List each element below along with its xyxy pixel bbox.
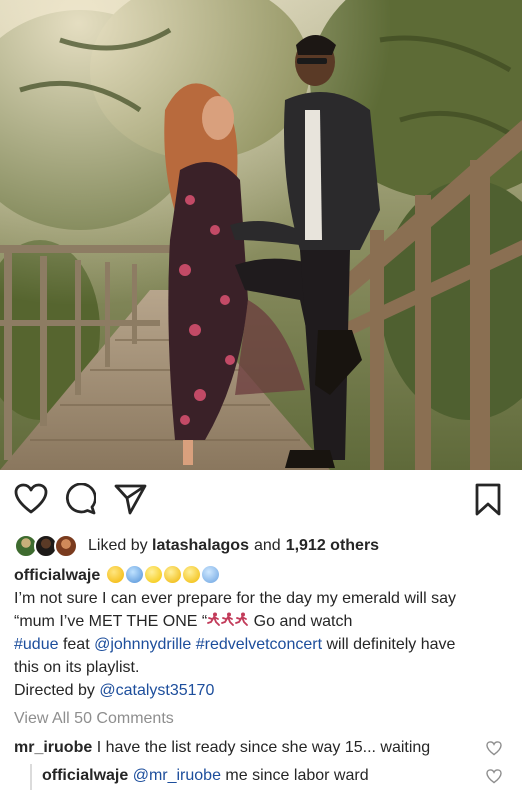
mention-johnnydrille[interactable]: @johnnydrille (94, 636, 191, 653)
likes-and: and (253, 537, 281, 554)
comment-username[interactable]: officialwaje (42, 767, 128, 784)
reply-thread-line (30, 764, 32, 790)
sweat-emoji-icon (125, 566, 143, 583)
liker-avatars (14, 534, 80, 558)
avatar (54, 534, 78, 558)
likes-others-count[interactable]: 1,912 others (286, 537, 379, 555)
hashtag-redvelvetconcert[interactable]: #redvelvetconcert (196, 636, 322, 653)
caption-go-and-watch: Go and watch (249, 613, 353, 630)
speech-bubble-icon[interactable] (64, 483, 96, 515)
mention-catalyst35170[interactable]: @catalyst35170 (99, 682, 214, 699)
comment-text: I have the list ready since she way 15..… (92, 739, 431, 756)
view-all-comments-link[interactable]: View All 50 Comments (14, 710, 174, 728)
hashtag-udue[interactable]: #udue (14, 636, 59, 653)
smiley-emoji-icon (163, 566, 181, 583)
caption-header: officialwaje (14, 564, 514, 587)
comment-reply-item: officialwaje @mr_iruobe me since labor w… (42, 765, 369, 787)
fearful-emoji-icon (201, 566, 219, 583)
smiling-emoji-icon (144, 566, 162, 583)
caption-username[interactable]: officialwaje (14, 567, 100, 584)
comment-like-heart-icon[interactable] (486, 741, 502, 756)
caption-feat: feat (58, 636, 95, 653)
likes-prefix: Liked by (88, 537, 148, 554)
heart-outline-icon[interactable] (14, 483, 48, 515)
paper-plane-icon[interactable] (114, 483, 148, 515)
liked-by-username[interactable]: latashalagos (152, 537, 249, 555)
grimacing-emoji-icon (106, 566, 124, 583)
post-action-bar (0, 483, 522, 519)
caption-quote: “mum I’ve MET THE ONE “ (14, 613, 208, 630)
runner-emoji-icon (207, 612, 221, 626)
caption-line-4: this on its playlist. (14, 659, 140, 676)
couple-on-bridge-photo (0, 0, 522, 470)
caption-line-5: Directed by @catalyst35170 (14, 679, 514, 702)
comment-item: mr_iruobe I have the list ready since sh… (14, 737, 430, 759)
bookmark-icon[interactable] (474, 483, 502, 517)
runner-emoji-icon (221, 612, 235, 626)
caption-directed-by: Directed by (14, 682, 100, 699)
comment-username[interactable]: mr_iruobe (14, 739, 92, 756)
grin-emoji-icon (182, 566, 200, 583)
caption-line-2: “mum I’ve MET THE ONE “ Go and watch (14, 610, 514, 633)
post-photo[interactable] (0, 0, 522, 470)
comment-like-heart-icon[interactable] (486, 769, 502, 784)
caption-line-3-end: will definitely have (322, 636, 456, 653)
comment-mention[interactable]: @mr_iruobe (133, 767, 221, 784)
post-caption: officialwaje I’m not sure I can ever pre… (14, 564, 514, 702)
runner-emoji-icon (235, 612, 249, 626)
caption-line-3: #udue feat @johnnydrille #redvelvetconce… (14, 633, 514, 656)
comment-text: me since labor ward (220, 767, 369, 784)
caption-line-1: I’m not sure I can ever prepare for the … (14, 590, 456, 607)
likes-summary[interactable]: Liked by latashalagos and 1,912 others (14, 533, 379, 559)
